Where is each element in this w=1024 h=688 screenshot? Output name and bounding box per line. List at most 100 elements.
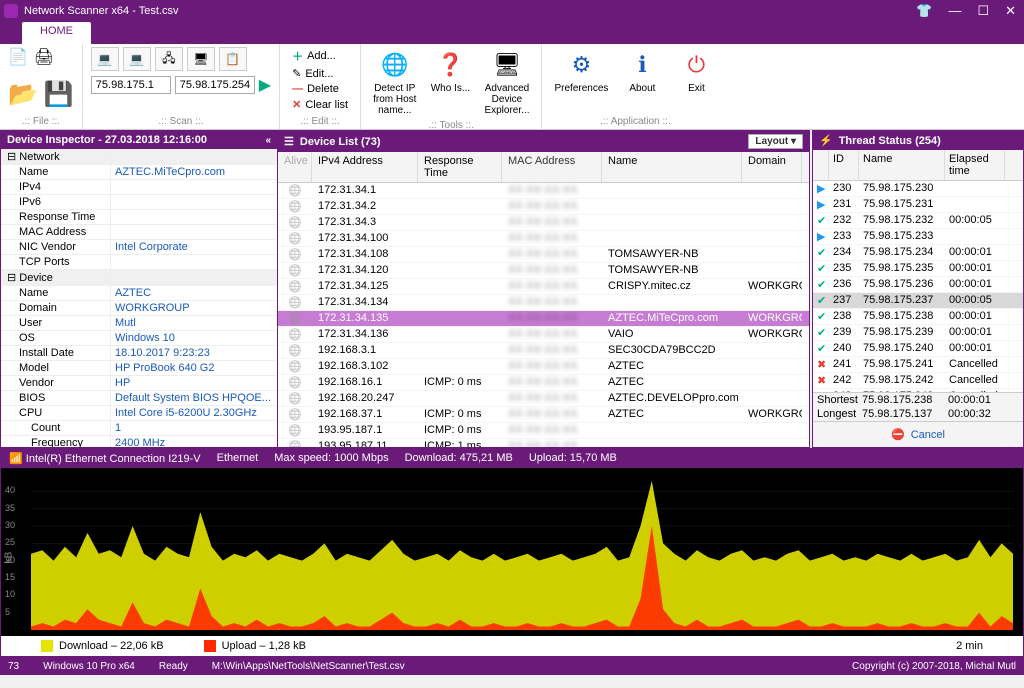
status-filepath: M:\Win\Apps\NetTools\NetScanner\Test.csv [212,661,405,672]
thread-row[interactable]: ✔23875.98.175.23800:00:01 [813,309,1023,325]
minimize-button[interactable]: — [944,3,965,19]
device-row[interactable]: 172.31.34.136XX-XX-XX-XXVAIOWORKGRO [278,327,809,343]
scan-mode-5-icon[interactable]: 📋 [219,47,247,71]
collapse-icon[interactable]: « [265,135,271,146]
ribbon-tabs: HOME [0,22,1024,44]
scan-mode-2-icon[interactable]: 💻 [123,47,151,71]
add-button[interactable]: ＋Add... [288,47,352,65]
scan-mode-1-icon[interactable]: 💻 [91,47,119,71]
detect-ip-button[interactable]: 🌐Detect IP from Host name... [369,47,420,118]
tab-home[interactable]: HOME [22,22,91,44]
pin-icon[interactable]: 👕 [912,3,936,19]
layout-button[interactable]: Layout ▾ [748,134,803,149]
exit-button[interactable]: ⏻Exit [672,47,720,96]
device-row[interactable]: 172.31.34.3XX-XX-XX-XX [278,215,809,231]
device-row[interactable]: 172.31.34.108XX-XX-XX-XXTOMSAWYER-NB [278,247,809,263]
thread-row[interactable]: ✔23775.98.175.23700:00:05 [813,293,1023,309]
device-inspector-panel: Device Inspector - 27.03.2018 12:16:00 «… [0,130,278,448]
thread-row[interactable]: ▶23375.98.175.233 [813,229,1023,245]
inspector-row[interactable]: Count1 [1,421,277,436]
list-icon: ☰ [284,135,294,148]
thread-row[interactable]: ✔24075.98.175.24000:00:01 [813,341,1023,357]
status-copyright: Copyright (c) 2007-2018, Michal Mutl [852,661,1016,672]
edit-button[interactable]: ✎Edit... [288,66,352,81]
inspector-row[interactable]: ModelHP ProBook 640 G2 [1,361,277,376]
ribbon-group-application: ⚙Preferences ℹAbout ⏻Exit .:: Applicatio… [542,44,728,129]
inspector-row[interactable]: UserMutl [1,316,277,331]
inspector-row[interactable]: CPUIntel Core i5-6200U 2.30GHz [1,406,277,421]
ribbon-group-scan: 💻 💻 🖧 🖥 📋 ▶ .:: Scan ::. [83,44,280,129]
device-row[interactable]: 192.168.3.1XX-XX-XX-XXSEC30CDA79BCC2D [278,343,809,359]
device-row[interactable]: 172.31.34.100XX-XX-XX-XX [278,231,809,247]
thread-status-table[interactable]: ID Name Elapsed time ▶23075.98.175.230▶2… [813,150,1023,392]
preferences-button[interactable]: ⚙Preferences [550,47,612,96]
scan-mode-3-icon[interactable]: 🖧 [155,47,183,71]
maximize-button[interactable]: ☐ [973,3,993,19]
inspector-row[interactable]: BIOSDefault System BIOS HPQOE... [1,391,277,406]
inspector-row[interactable]: Frequency2400 MHz [1,436,277,447]
device-list-table[interactable]: Alive IPv4 Address Response Time MAC Add… [278,152,809,447]
scan-mode-4-icon[interactable]: 🖥 [187,47,215,71]
whois-button[interactable]: ❓Who Is... [426,47,474,96]
thread-row[interactable]: ✖24175.98.175.241Cancelled [813,357,1023,373]
inspector-row[interactable]: TCP Ports [1,255,277,270]
inspector-row[interactable]: MAC Address [1,225,277,240]
clearlist-button[interactable]: ✕Clear list [288,97,352,112]
device-list-title: Device List (73) [300,136,381,148]
thread-row[interactable]: ✖24275.98.175.242Cancelled [813,373,1023,389]
inspector-row[interactable]: OSWindows 10 [1,331,277,346]
inspector-row[interactable]: NameAZTEC [1,286,277,301]
network-graph-panel: 📶 Intel(R) Ethernet Connection I219-V Et… [0,448,1024,657]
close-button[interactable]: ✕ [1001,3,1020,19]
inspector-tree[interactable]: ⊟ NetworkNameAZTEC.MiTeCpro.comIPv4IPv6R… [1,149,277,447]
thread-status-header: ID Name Elapsed time [813,150,1023,181]
inspector-row[interactable]: DomainWORKGROUP [1,301,277,316]
device-row[interactable]: 193.95.187.1ICMP: 0 msXX-XX-XX-XX [278,423,809,439]
delete-button[interactable]: —Delete [288,82,352,96]
graph-x-extent: 2 min [956,640,983,652]
about-button[interactable]: ℹAbout [618,47,666,96]
thread-row[interactable]: ✔23975.98.175.23900:00:01 [813,325,1023,341]
start-scan-button[interactable]: ▶ [259,75,271,95]
status-os: Windows 10 Pro x64 [43,661,135,672]
device-row[interactable]: 192.168.3.102XX-XX-XX-XXAZTEC [278,359,809,375]
device-row[interactable]: 193.95.187.11ICMP: 1 msXX-XX-XX-XX [278,439,809,447]
device-row[interactable]: 172.31.34.135XX-XX-XX-XXAZTEC.MiTeCpro.c… [278,311,809,327]
thread-row[interactable]: ✔23475.98.175.23400:00:01 [813,245,1023,261]
inspector-row[interactable]: IPv4 [1,180,277,195]
new-icon[interactable]: 📄 [8,47,28,67]
title-bar: Network Scanner x64 - Test.csv 👕 — ☐ ✕ [0,0,1024,22]
thread-row[interactable]: ✔23275.98.175.23200:00:05 [813,213,1023,229]
device-row[interactable]: 192.168.20.247XX-XX-XX-XXAZTEC.DEVELOPpr… [278,391,809,407]
thread-row[interactable]: ✔23575.98.175.23500:00:01 [813,261,1023,277]
window-title: Network Scanner x64 - Test.csv [24,5,912,17]
device-row[interactable]: 192.168.16.1ICMP: 0 msXX-XX-XX-XXAZTEC [278,375,809,391]
cancel-button[interactable]: ⛔Cancel [813,421,1023,447]
device-row[interactable]: 172.31.34.120XX-XX-XX-XXTOMSAWYER-NB [278,263,809,279]
thread-row[interactable]: ▶23075.98.175.230 [813,181,1023,197]
open-icon[interactable]: 📂 [8,80,38,109]
device-row[interactable]: 172.31.34.2XX-XX-XX-XX [278,199,809,215]
thread-row[interactable]: ✔23675.98.175.23600:00:01 [813,277,1023,293]
graph-legend: Download – 22,06 kB Upload – 1,28 kB 2 m… [1,636,1023,656]
ip-range-from-input[interactable] [91,76,171,94]
device-row[interactable]: 172.31.34.125XX-XX-XX-XXCRISPY.mitec.czW… [278,279,809,295]
device-row[interactable]: 192.168.37.1ICMP: 0 msXX-XX-XX-XXAZTECWO… [278,407,809,423]
inspector-row[interactable]: Install Date18.10.2017 9:23:23 [1,346,277,361]
inspector-row[interactable]: ⊟ Network [1,149,277,165]
legend-download: Download – 22,06 kB [59,640,164,652]
inspector-row[interactable]: NIC VendorIntel Corporate [1,240,277,255]
thread-row[interactable]: ▶23175.98.175.231 [813,197,1023,213]
print-icon[interactable]: 🖨 [34,47,54,67]
inspector-row[interactable]: Response Time [1,210,277,225]
device-row[interactable]: 172.31.34.134XX-XX-XX-XX [278,295,809,311]
device-row[interactable]: 172.31.34.1XX-XX-XX-XX [278,183,809,199]
save-icon[interactable]: 💾 [44,80,74,109]
inspector-row[interactable]: IPv6 [1,195,277,210]
inspector-row[interactable]: NameAZTEC.MiTeCpro.com [1,165,277,180]
advanced-explorer-button[interactable]: 🖥Advanced Device Explorer... [480,47,533,118]
main-content: Device Inspector - 27.03.2018 12:16:00 «… [0,130,1024,448]
ip-range-to-input[interactable] [175,76,255,94]
inspector-row[interactable]: ⊟ Device [1,270,277,286]
inspector-row[interactable]: VendorHP [1,376,277,391]
